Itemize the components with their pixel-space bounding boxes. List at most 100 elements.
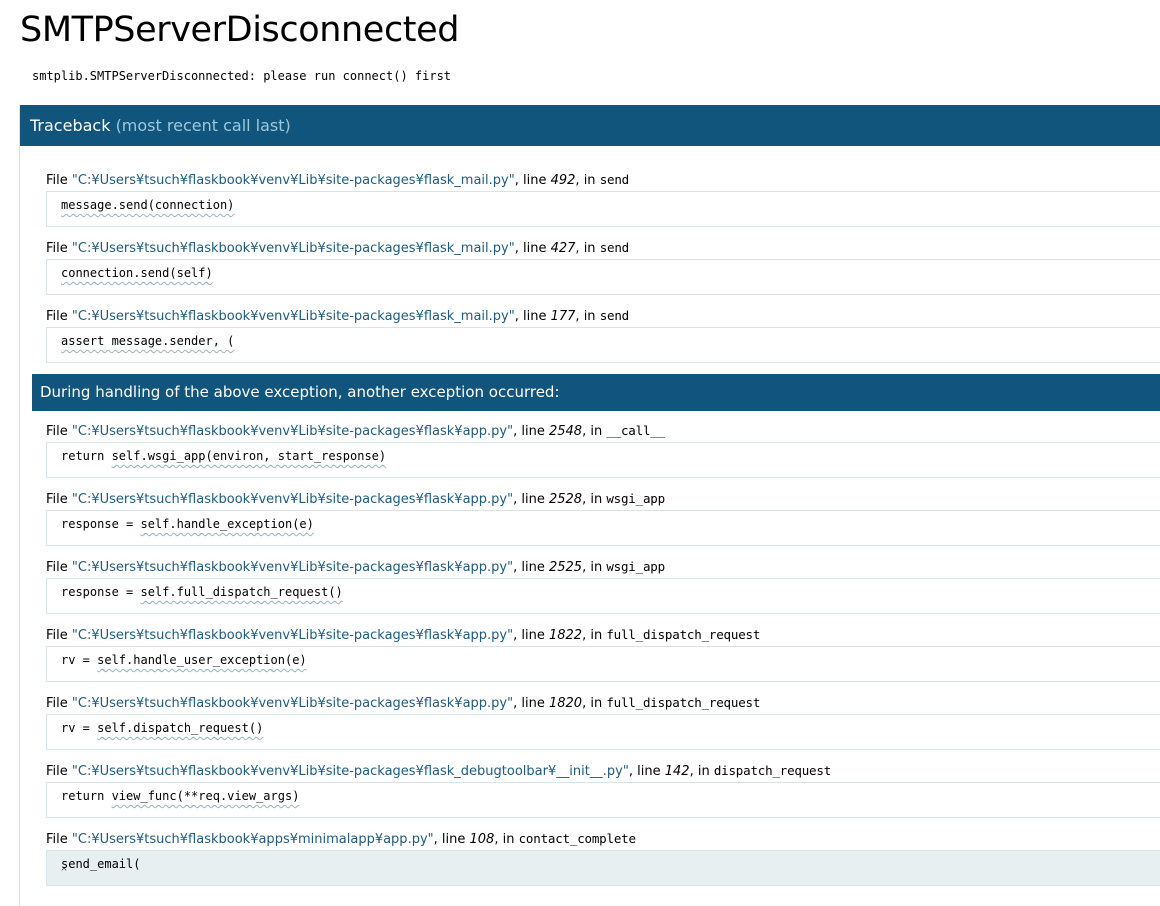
in-word: in — [590, 492, 603, 507]
error-message: smtplib.SMTPServerDisconnected: please r… — [32, 69, 452, 83]
line-word: line — [522, 173, 547, 188]
frame-function: full_dispatch_request — [606, 627, 761, 642]
frame-location: File "C:¥Users¥tsuch¥flaskbook¥venv¥Lib¥… — [46, 559, 665, 575]
frame-filename: "C:¥Users¥tsuch¥flaskbook¥venv¥Lib¥site-… — [71, 696, 514, 711]
frame-source[interactable]: response = self.full_dispatch_request() — [46, 578, 1160, 614]
frame-source[interactable]: rv = self.handle_user_exception(e) — [46, 646, 1160, 682]
frame-function: dispatch_request — [713, 763, 832, 778]
in-word: in — [590, 560, 603, 575]
file-word: File — [46, 424, 68, 439]
debugger-page: SMTPServerDisconnected smtplib.SMTPServe… — [0, 0, 1160, 906]
frame-location: File "C:¥Users¥tsuch¥flaskbook¥venv¥Lib¥… — [46, 423, 665, 439]
traceback-header-label: Traceback — [30, 116, 111, 135]
frame-line-number: 2525 — [548, 560, 583, 575]
frame-location: File "C:¥Users¥tsuch¥flaskbook¥venv¥Lib¥… — [46, 627, 761, 643]
error-title: SMTPServerDisconnected — [20, 10, 460, 50]
traceback-frame: File "C:¥Users¥tsuch¥flaskbook¥venv¥Lib¥… — [46, 693, 1160, 750]
frame-source[interactable]: assert message.sender, ( — [46, 327, 1160, 363]
source-plain: return — [61, 449, 112, 463]
frame-function: wsgi_app — [606, 491, 665, 506]
line-word: line — [521, 696, 545, 711]
frame-list: File "C:¥Users¥tsuch¥flaskbook¥venv¥Lib¥… — [20, 146, 1160, 886]
frame-function: send — [599, 240, 630, 255]
frame-filename: "C:¥Users¥tsuch¥flaskbook¥venv¥Lib¥site-… — [71, 424, 514, 439]
frame-source[interactable]: connection.send(self) — [46, 259, 1160, 295]
frame-location: File "C:¥Users¥tsuch¥flaskbook¥venv¥Lib¥… — [46, 240, 630, 256]
traceback-frame: File "C:¥Users¥tsuch¥flaskbook¥venv¥Lib¥… — [46, 306, 1160, 363]
frame-filename: "C:¥Users¥tsuch¥flaskbook¥apps¥minimalap… — [71, 832, 434, 847]
frame-source[interactable]: response = self.handle_exception(e) — [46, 510, 1160, 546]
line-word: line — [522, 309, 547, 324]
line-word: line — [521, 424, 545, 439]
traceback-frame: File "C:¥Users¥tsuch¥flaskbook¥venv¥Lib¥… — [46, 421, 1160, 478]
traceback-header-hint: (most recent call last) — [115, 116, 291, 135]
frame-location: File "C:¥Users¥tsuch¥flaskbook¥venv¥Lib¥… — [46, 695, 761, 711]
frame-filename: "C:¥Users¥tsuch¥flaskbook¥venv¥Lib¥site-… — [71, 173, 515, 188]
frame-source[interactable]: return view_func(**req.view_args) — [46, 782, 1160, 818]
frame-group-original: File "C:¥Users¥tsuch¥flaskbook¥venv¥Lib¥… — [20, 170, 1160, 363]
traceback-header: Traceback (most recent call last) — [20, 105, 1160, 146]
source-plain: response = — [61, 585, 141, 599]
frame-source[interactable]: message.send(connection) — [46, 191, 1160, 227]
traceback-frame: File "C:¥Users¥tsuch¥flaskbook¥venv¥Lib¥… — [46, 489, 1160, 546]
frame-location: File "C:¥Users¥tsuch¥flaskbook¥apps¥mini… — [46, 831, 636, 847]
traceback: Traceback (most recent call last) File "… — [19, 105, 1160, 906]
in-word: in — [583, 309, 596, 324]
frame-location: File "C:¥Users¥tsuch¥flaskbook¥venv¥Lib¥… — [46, 308, 630, 324]
frame-filename: "C:¥Users¥tsuch¥flaskbook¥venv¥Lib¥site-… — [71, 764, 629, 779]
line-word: line — [522, 241, 547, 256]
in-word: in — [590, 696, 603, 711]
frame-filename: "C:¥Users¥tsuch¥flaskbook¥venv¥Lib¥site-… — [71, 309, 515, 324]
traceback-frame: File "C:¥Users¥tsuch¥flaskbook¥venv¥Lib¥… — [46, 557, 1160, 614]
source-highlight: self.dispatch_request() — [97, 721, 264, 735]
frame-location: File "C:¥Users¥tsuch¥flaskbook¥venv¥Lib¥… — [46, 763, 832, 779]
line-word: line — [521, 492, 545, 507]
frame-function: full_dispatch_request — [606, 695, 761, 710]
frame-source[interactable]: send_email(^ — [46, 850, 1160, 886]
frame-function: __call__ — [606, 423, 665, 438]
frame-source[interactable]: return self.wsgi_app(environ, start_resp… — [46, 442, 1160, 478]
file-word: File — [46, 173, 68, 188]
source-tail: send_email( — [61, 857, 141, 871]
file-word: File — [46, 764, 68, 779]
frame-function: send — [599, 308, 630, 323]
frame-source[interactable]: rv = self.dispatch_request() — [46, 714, 1160, 750]
frame-filename: "C:¥Users¥tsuch¥flaskbook¥venv¥Lib¥site-… — [71, 241, 515, 256]
in-word: in — [583, 241, 596, 256]
frame-line-number: 2528 — [548, 492, 583, 507]
source-highlight: self.handle_user_exception(e) — [97, 653, 307, 667]
source-highlight: connection.send(self) — [61, 266, 213, 280]
source-highlight: self.wsgi_app(environ, start_response) — [111, 449, 387, 463]
line-word: line — [441, 832, 466, 847]
traceback-frame: File "C:¥Users¥tsuch¥flaskbook¥venv¥Lib¥… — [46, 761, 1160, 818]
traceback-frame: File "C:¥Users¥tsuch¥flaskbook¥venv¥Lib¥… — [46, 238, 1160, 295]
source-plain: rv = — [61, 721, 98, 735]
source-highlight: self.handle_exception(e) — [140, 517, 314, 531]
frame-line-number: 108 — [469, 832, 495, 847]
frame-location: File "C:¥Users¥tsuch¥flaskbook¥venv¥Lib¥… — [46, 172, 630, 188]
in-word: in — [590, 628, 603, 643]
file-word: File — [46, 696, 68, 711]
traceback-frame: File "C:¥Users¥tsuch¥flaskbook¥venv¥Lib¥… — [46, 170, 1160, 227]
traceback-frame: File "C:¥Users¥tsuch¥flaskbook¥apps¥mini… — [46, 829, 1160, 886]
in-word: in — [697, 764, 710, 779]
frame-filename: "C:¥Users¥tsuch¥flaskbook¥venv¥Lib¥site-… — [71, 560, 514, 575]
line-word: line — [637, 764, 661, 779]
frame-function: contact_complete — [518, 831, 636, 846]
exception-divider: During handling of the above exception, … — [32, 374, 1160, 411]
source-plain: response = — [61, 517, 141, 531]
frame-location: File "C:¥Users¥tsuch¥flaskbook¥venv¥Lib¥… — [46, 491, 665, 507]
frame-line-number: 427 — [550, 241, 576, 256]
error-caret: ^ — [61, 867, 68, 878]
frame-function: send — [599, 172, 630, 187]
in-word: in — [502, 832, 515, 847]
source-highlight: view_func(**req.view_args) — [111, 789, 300, 803]
frame-line-number: 177 — [550, 309, 576, 324]
frame-filename: "C:¥Users¥tsuch¥flaskbook¥venv¥Lib¥site-… — [71, 492, 514, 507]
line-word: line — [521, 560, 545, 575]
frame-filename: "C:¥Users¥tsuch¥flaskbook¥venv¥Lib¥site-… — [71, 628, 514, 643]
frame-line-number: 1820 — [548, 696, 583, 711]
file-word: File — [46, 560, 68, 575]
source-plain: return — [61, 789, 112, 803]
frame-group-handling: File "C:¥Users¥tsuch¥flaskbook¥venv¥Lib¥… — [20, 421, 1160, 886]
